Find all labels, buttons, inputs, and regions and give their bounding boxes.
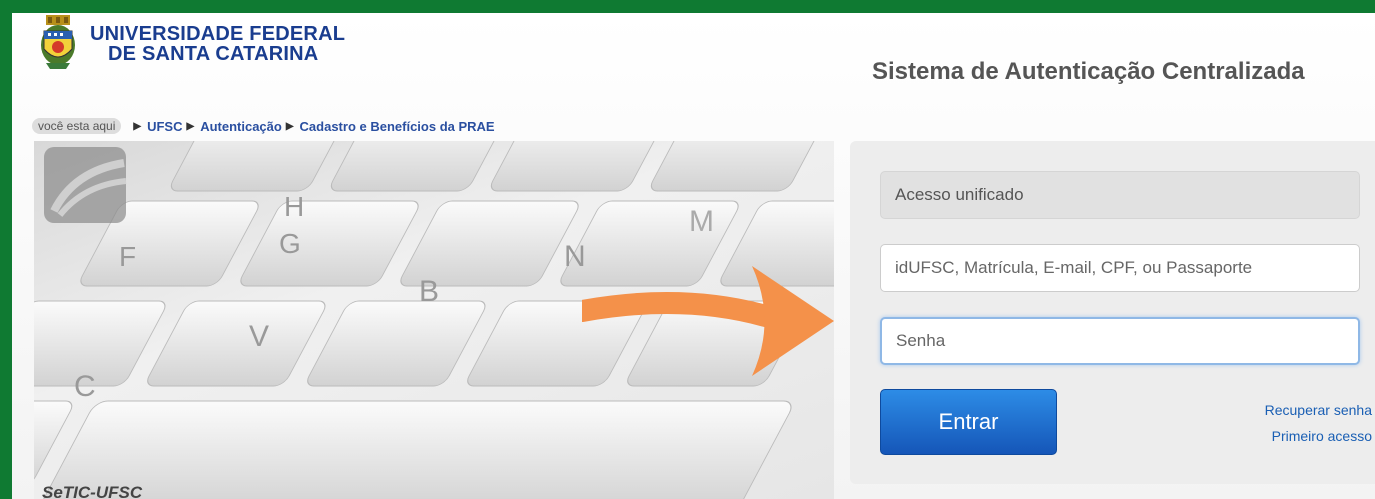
key-label: F <box>119 241 136 272</box>
unified-access-label: Acesso unificado <box>880 171 1360 219</box>
submit-button[interactable]: Entrar <box>880 389 1057 455</box>
page: UNIVERSIDADE FEDERAL DE SANTA CATARINA S… <box>12 13 1375 499</box>
setic-logo-icon <box>44 147 127 223</box>
breadcrumb: você esta aqui ▶ UFSC ▶ Autenticação ▶ C… <box>32 118 495 134</box>
breadcrumb-arrow-icon: ▶ <box>285 120 294 132</box>
ufsc-logo[interactable]: UNIVERSIDADE FEDERAL DE SANTA CATARINA <box>32 13 345 75</box>
login-links: Recuperar senha Primeiro acesso <box>1265 397 1372 449</box>
university-name-line2: DE SANTA CATARINA <box>108 43 319 65</box>
ufsc-crest-icon <box>41 15 75 69</box>
recover-password-link[interactable]: Recuperar senha <box>1265 397 1372 423</box>
username-input[interactable] <box>880 244 1360 292</box>
breadcrumb-here-label: você esta aqui <box>32 118 122 134</box>
university-name-line1: UNIVERSIDADE FEDERAL <box>90 23 346 45</box>
key-label: B <box>419 275 439 308</box>
key-label: M <box>689 205 714 238</box>
login-panel: Acesso unificado Entrar Recuperar senha … <box>850 141 1375 484</box>
setic-watermark: SeTIC-UFSC <box>42 483 143 499</box>
first-access-link[interactable]: Primeiro acesso <box>1265 423 1372 449</box>
breadcrumb-item-autenticacao[interactable]: Autenticação <box>200 119 282 134</box>
password-input[interactable] <box>880 317 1360 365</box>
key-label: G <box>279 228 301 259</box>
university-name: UNIVERSIDADE FEDERAL DE SANTA CATARINA <box>90 24 345 64</box>
breadcrumb-arrow-icon: ▶ <box>133 120 142 132</box>
breadcrumb-item-prae[interactable]: Cadastro e Benefícios da PRAE <box>300 119 495 134</box>
key-label: V <box>249 320 269 353</box>
breadcrumb-item-ufsc[interactable]: UFSC <box>147 119 182 134</box>
orange-arrow-icon <box>582 266 834 376</box>
key-label: C <box>74 370 96 403</box>
key-label: H <box>284 191 304 222</box>
breadcrumb-arrow-icon: ▶ <box>186 120 195 132</box>
page-title: Sistema de Autenticação Centralizada <box>872 58 1305 85</box>
